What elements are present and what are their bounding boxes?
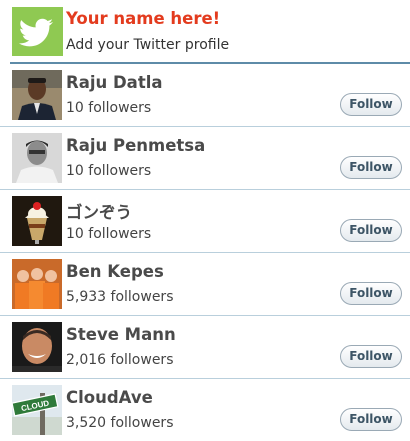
- follow-button[interactable]: Follow: [340, 219, 402, 242]
- suggested-users-list: Raju Datla 10 followers Follow Raju Penm…: [0, 64, 410, 441]
- follower-count: 10 followers: [66, 163, 152, 179]
- avatar[interactable]: [12, 259, 62, 309]
- avatar[interactable]: CLOUD: [12, 385, 62, 435]
- twitter-bird-icon: [12, 7, 63, 56]
- follow-button[interactable]: Follow: [340, 156, 402, 179]
- avatar[interactable]: [12, 196, 62, 246]
- follow-button[interactable]: Follow: [340, 93, 402, 116]
- list-item: Raju Penmetsa 10 followers Follow: [0, 127, 410, 190]
- follower-count: 5,933 followers: [66, 289, 174, 305]
- user-name[interactable]: CloudAve: [66, 388, 153, 407]
- user-name[interactable]: Steve Mann: [66, 325, 176, 344]
- list-item: Steve Mann 2,016 followers Follow: [0, 316, 410, 379]
- avatar[interactable]: [12, 133, 62, 183]
- avatar[interactable]: [12, 322, 62, 372]
- follow-button[interactable]: Follow: [340, 408, 402, 431]
- list-item: CLOUD CloudAve 3,520 followers Follow: [0, 379, 410, 441]
- follower-count: 3,520 followers: [66, 415, 174, 431]
- follower-count: 10 followers: [66, 100, 152, 116]
- user-name[interactable]: Raju Penmetsa: [66, 136, 205, 155]
- list-item: ゴンぞう 10 followers Follow: [0, 190, 410, 253]
- profile-name[interactable]: Your name here!: [66, 9, 220, 28]
- follower-count: 10 followers: [66, 226, 152, 242]
- user-name[interactable]: Raju Datla: [66, 73, 163, 92]
- profile-subtitle[interactable]: Add your Twitter profile: [66, 37, 229, 53]
- follow-button[interactable]: Follow: [340, 345, 402, 368]
- user-name[interactable]: ゴンぞう: [66, 199, 132, 223]
- user-name[interactable]: Ben Kepes: [66, 262, 164, 281]
- follow-button[interactable]: Follow: [340, 282, 402, 305]
- twitter-follow-widget: Your name here! Add your Twitter profile…: [0, 0, 410, 435]
- follower-count: 2,016 followers: [66, 352, 174, 368]
- list-item: Raju Datla 10 followers Follow: [0, 64, 410, 127]
- avatar[interactable]: [12, 70, 62, 120]
- list-item: Ben Kepes 5,933 followers Follow: [0, 253, 410, 316]
- your-profile-row[interactable]: Your name here! Add your Twitter profile: [0, 0, 410, 62]
